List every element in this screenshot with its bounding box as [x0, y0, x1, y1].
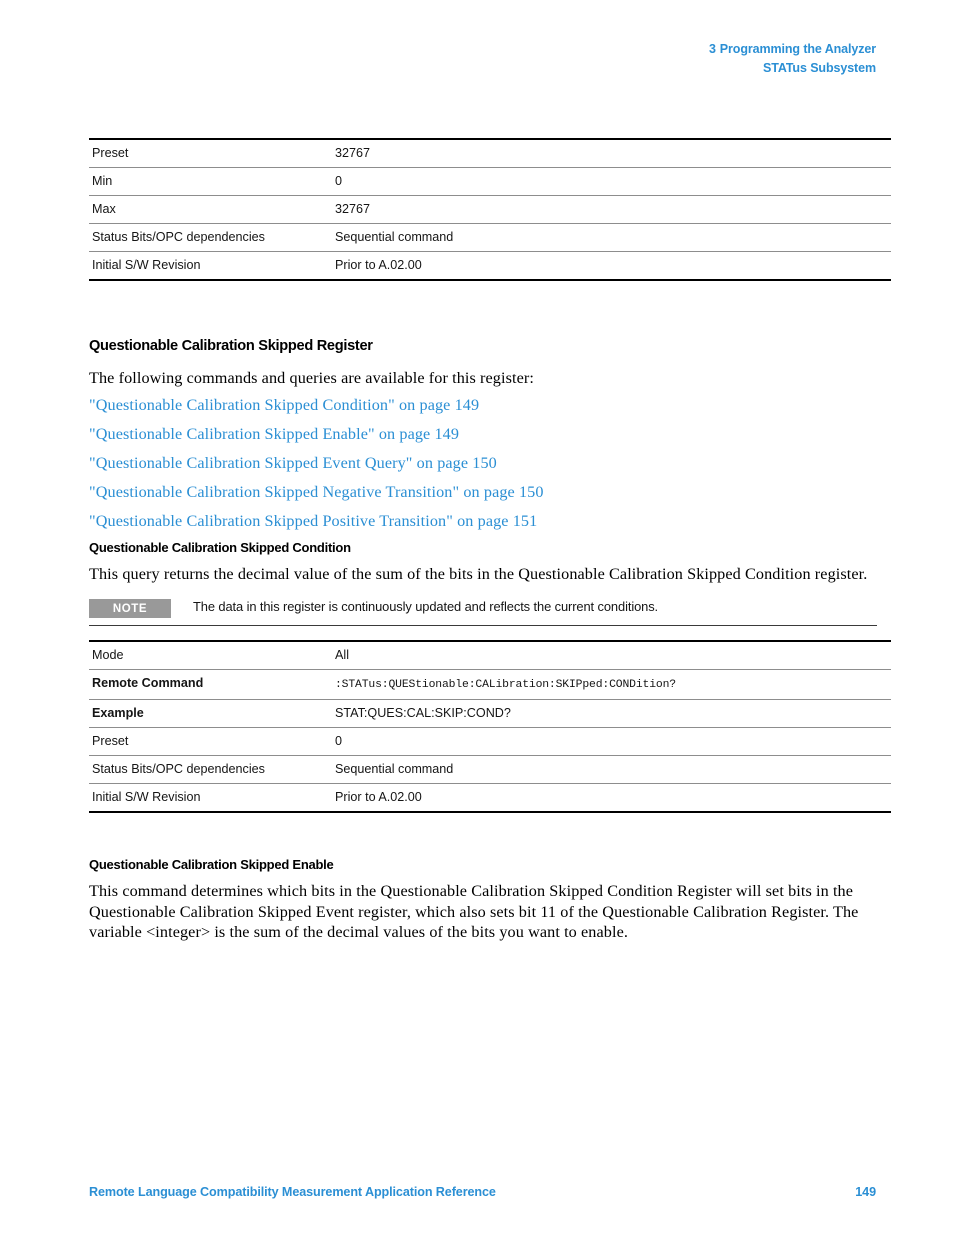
cross-reference-list: "Questionable Calibration Skipped Condit… [89, 395, 877, 531]
table-row: Preset 0 [89, 727, 891, 757]
table-cell-value: 0 [332, 727, 891, 757]
xref-link-enable[interactable]: "Questionable Calibration Skipped Enable… [89, 425, 459, 443]
subsection-heading-enable: Questionable Calibration Skipped Enable [89, 857, 334, 873]
table-cell-key: Max [89, 195, 332, 224]
list-item: "Questionable Calibration Skipped Condit… [89, 395, 877, 415]
note-badge: NOTE [89, 599, 171, 619]
footer-page-number: 149 [855, 1185, 876, 1199]
condition-description: This query returns the decimal value of … [89, 564, 868, 583]
note-row: NOTE The data in this register is contin… [89, 598, 877, 619]
table-cell-value: All [332, 640, 891, 671]
chapter-number: 3 [708, 42, 716, 56]
page-header: 3 Programming the Analyzer STATus Subsyst… [709, 40, 876, 78]
page-footer: Remote Language Compatibility Measuremen… [89, 1185, 876, 1199]
table-cell-key: Min [89, 167, 332, 196]
table-row: Mode All [89, 640, 891, 671]
xref-link-positive-transition[interactable]: "Questionable Calibration Skipped Positi… [89, 512, 537, 530]
subsection-heading-condition: Questionable Calibration Skipped Conditi… [89, 539, 351, 555]
enable-description: This command determines which bits in th… [89, 882, 859, 942]
table-cell-key: Remote Command [89, 669, 332, 701]
table-cell-value: 0 [332, 167, 891, 196]
footer-document-title: Remote Language Compatibility Measuremen… [89, 1185, 496, 1199]
table-row: Status Bits/OPC dependencies Sequential … [89, 755, 891, 785]
xref-link-negative-transition[interactable]: "Questionable Calibration Skipped Negati… [89, 483, 544, 501]
note-block: NOTE The data in this register is contin… [89, 598, 877, 627]
table-cell-value: 32767 [332, 138, 891, 168]
table-cell-value: STAT:QUES:CAL:SKIP:COND? [332, 699, 891, 729]
table-cell-value: Sequential command [332, 755, 891, 785]
top-spec-table: Preset 32767 Min 0 Max 32767 Status Bits… [89, 138, 891, 281]
list-item: "Questionable Calibration Skipped Event … [89, 453, 877, 473]
section-heading-register: Questionable Calibration Skipped Registe… [89, 338, 373, 354]
table-cell-key: Example [89, 699, 332, 729]
xref-link-condition[interactable]: "Questionable Calibration Skipped Condit… [89, 396, 479, 414]
table-cell-key: Status Bits/OPC dependencies [89, 755, 332, 785]
table-cell-value: Sequential command [332, 223, 891, 252]
list-item: "Questionable Calibration Skipped Enable… [89, 424, 877, 444]
table-cell-key: Mode [89, 640, 332, 671]
document-page: 3 Programming the Analyzer STATus Subsyst… [0, 0, 954, 1235]
page-header-subsystem: STATus Subsystem [762, 61, 876, 75]
list-item: "Questionable Calibration Skipped Positi… [89, 511, 877, 531]
table-cell-key: Initial S/W Revision [89, 783, 332, 814]
condition-spec-table: Mode All Remote Command :STATus:QUEStion… [89, 640, 891, 814]
table-row: Example STAT:QUES:CAL:SKIP:COND? [89, 699, 891, 729]
table-row: Initial S/W Revision Prior to A.02.00 [89, 251, 891, 281]
table-row: Status Bits/OPC dependencies Sequential … [89, 223, 891, 252]
note-text: The data in this register is continuousl… [193, 599, 659, 615]
table-row: Min 0 [89, 167, 891, 196]
xref-link-event-query[interactable]: "Questionable Calibration Skipped Event … [89, 454, 497, 472]
table-row: Max 32767 [89, 195, 891, 224]
table-cell-key: Initial S/W Revision [89, 251, 332, 281]
table-cell-value: :STATus:QUEStionable:CALibration:SKIPped… [332, 669, 891, 701]
page-content: Preset 32767 Min 0 Max 32767 Status Bits… [89, 138, 891, 953]
table-row: Preset 32767 [89, 138, 891, 168]
register-intro-text: The following commands and queries are a… [89, 369, 534, 387]
table-cell-value: Prior to A.02.00 [332, 783, 891, 814]
table-cell-value: 32767 [332, 195, 891, 224]
chapter-title: Programming the Analyzer [719, 42, 876, 56]
page-header-chapter: 3 Programming the Analyzer [709, 40, 876, 59]
table-cell-value: Prior to A.02.00 [332, 251, 891, 281]
table-cell-key: Preset [89, 727, 332, 757]
table-cell-key: Status Bits/OPC dependencies [89, 223, 332, 252]
table-cell-key: Preset [89, 138, 332, 168]
table-row: Initial S/W Revision Prior to A.02.00 [89, 783, 891, 814]
table-row: Remote Command :STATus:QUEStionable:CALi… [89, 669, 891, 701]
list-item: "Questionable Calibration Skipped Negati… [89, 482, 877, 502]
